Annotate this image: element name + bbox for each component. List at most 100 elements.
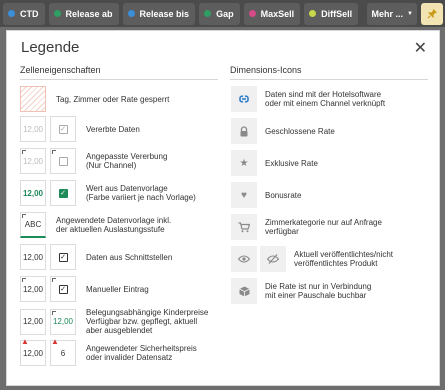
value-cell-sample: 12,00 bbox=[20, 244, 46, 270]
cell-value: 12,00 bbox=[22, 348, 44, 358]
checkbox-cell-sample: ✓ bbox=[50, 116, 76, 142]
legend-text: Tag, Zimmer oder Rate gesperrt bbox=[56, 94, 170, 104]
icon-row-package: Die Rate ist nur in Verbindung mit einer… bbox=[231, 278, 431, 304]
icon-row-bonus: ♥ Bonusrate bbox=[231, 182, 431, 208]
checkbox-cell-sample bbox=[50, 148, 76, 174]
legend-row-manual: 12,00 ✓ Manueller Eintrag bbox=[20, 276, 220, 302]
corner-marker-icon bbox=[22, 214, 26, 218]
template-cell-sample: ABC bbox=[20, 212, 46, 238]
toolbar-button-ctd[interactable]: CTD bbox=[3, 2, 45, 25]
modal-title: Legende bbox=[21, 39, 80, 56]
icon-row-linked: Daten sind mit der Hotelsoftware oder mi… bbox=[231, 86, 431, 112]
color-dot bbox=[248, 10, 256, 17]
warning-icon: ▲ bbox=[21, 337, 29, 346]
pin-button[interactable] bbox=[421, 2, 443, 25]
cell-value: 12,00 bbox=[22, 156, 44, 166]
more-button[interactable]: Mehr ... ▼ bbox=[366, 2, 417, 25]
icon-row-on-request: Zimmerkategorie nur auf Anfrage verfügba… bbox=[231, 214, 431, 240]
legend-text: Angewendeter Sicherheitspreis oder inval… bbox=[86, 344, 197, 362]
checkbox-checked-icon: ✓ bbox=[58, 252, 68, 262]
eye-icon bbox=[231, 246, 257, 272]
cell-value: 12,00 bbox=[22, 284, 44, 294]
icon-legend-text: Bonusrate bbox=[265, 190, 302, 200]
eye-off-icon bbox=[260, 246, 286, 272]
close-icon: ✕ bbox=[413, 40, 427, 57]
toolbar-button-gap[interactable]: Gap bbox=[199, 2, 240, 25]
icon-legend-text: Geschlossene Rate bbox=[265, 126, 335, 136]
toolbar-button-label: DiffSell bbox=[321, 8, 353, 19]
corner-marker-icon bbox=[52, 278, 56, 282]
close-button[interactable]: ✕ bbox=[414, 38, 427, 58]
corner-marker-icon bbox=[22, 278, 26, 282]
legend-row-locked: Tag, Zimmer oder Rate gesperrt bbox=[20, 86, 220, 112]
caret-down-icon: ▼ bbox=[407, 10, 413, 17]
checkbox-checked-icon: ✓ bbox=[58, 188, 68, 198]
legend-row-template: 12,00 ✓ Wert aus Datenvorlage (Farbe var… bbox=[20, 180, 220, 206]
legend-text: Wert aus Datenvorlage (Farbe variiert je… bbox=[86, 184, 196, 202]
checkbox-checked-icon: ✓ bbox=[58, 284, 68, 294]
toolbar-button-maxsell[interactable]: MaxSell bbox=[243, 2, 301, 25]
toolbar-button-label: Release ab bbox=[65, 8, 113, 19]
legend-row-applied-template: ABC Angewendete Datenvorlage inkl. der a… bbox=[20, 212, 220, 238]
legend-row-interface: 12,00 ✓ Daten aus Schnittstellen bbox=[20, 244, 220, 270]
value-cell-sample-2: 12,00 bbox=[50, 308, 76, 335]
color-dot bbox=[127, 10, 135, 17]
box-icon bbox=[231, 278, 257, 304]
value-cell-sample: 12,00 bbox=[20, 180, 46, 206]
toolbar-button-label: CTD bbox=[20, 8, 39, 19]
corner-marker-icon bbox=[52, 150, 56, 154]
icon-legend-text: Aktuell veröffentlichtes/nicht veröffent… bbox=[294, 250, 394, 268]
pin-icon bbox=[427, 8, 437, 19]
icon-row-closed: Geschlossene Rate bbox=[231, 118, 431, 144]
cell-value: 12,00 bbox=[52, 317, 74, 326]
value-cell-sample-2: ▲ 6 bbox=[50, 337, 76, 366]
cell-value: 6 bbox=[60, 348, 66, 358]
icon-legend-text: Exklusive Rate bbox=[265, 158, 318, 168]
color-dot bbox=[8, 10, 15, 17]
toolbar-button-label: MaxSell bbox=[260, 8, 295, 19]
icon-legend-text: Zimmerkategorie nur auf Anfrage verfügba… bbox=[265, 218, 382, 236]
value-cell-sample: 12,00 bbox=[20, 276, 46, 302]
corner-marker-icon bbox=[22, 150, 26, 154]
lock-icon bbox=[231, 118, 257, 144]
heart-icon: ♥ bbox=[231, 182, 257, 208]
value-cell-sample: 12,00 bbox=[20, 148, 46, 174]
locked-cell-sample bbox=[20, 86, 46, 112]
star-icon: ★ bbox=[231, 150, 257, 176]
warning-icon: ▲ bbox=[51, 337, 59, 346]
legend-modal: Legende ✕ Zelleneigenschaften Dimensions… bbox=[6, 30, 440, 386]
toolbar-button-diffsell[interactable]: DiffSell bbox=[304, 2, 359, 25]
legend-text: Manueller Eintrag bbox=[86, 284, 149, 294]
legend-text: Angewendete Datenvorlage inkl. der aktue… bbox=[56, 216, 172, 234]
color-dot bbox=[53, 10, 61, 17]
legend-row-adjusted: 12,00 Angepasste Vererbung (Nur Channel) bbox=[20, 148, 220, 174]
icon-legend-text: Die Rate ist nur in Verbindung mit einer… bbox=[265, 282, 372, 300]
checkbox-cell-sample: ✓ bbox=[50, 244, 76, 270]
more-label: Mehr ... bbox=[371, 8, 404, 19]
value-cell-sample: ▲ 12,00 bbox=[20, 337, 46, 366]
legend-text: Daten aus Schnittstellen bbox=[86, 252, 173, 262]
legend-toolbar: CTD Release ab Release bis Gap MaxSell D… bbox=[0, 0, 445, 27]
corner-marker-icon bbox=[52, 310, 56, 315]
icon-row-published: Aktuell veröffentlichtes/nicht veröffent… bbox=[231, 246, 431, 272]
toolbar-button-release-bis[interactable]: Release bis bbox=[122, 2, 196, 25]
value-cell-sample: 12,00 bbox=[20, 116, 46, 142]
toolbar-button-label: Gap bbox=[216, 8, 234, 19]
legend-row-child-prices: 12,00 12,00 Belegungsabhängige Kinderpre… bbox=[20, 308, 220, 335]
dimension-icons-title: Dimensions-Icons bbox=[230, 65, 428, 80]
legend-text: Belegungsabhängige Kinderpreise Verfügba… bbox=[86, 308, 209, 335]
color-dot bbox=[204, 10, 212, 17]
checkbox-empty-icon bbox=[58, 156, 68, 166]
color-dot bbox=[309, 10, 317, 17]
legend-row-inherited: 12,00 ✓ Vererbte Daten bbox=[20, 116, 220, 142]
icon-legend-text: Daten sind mit der Hotelsoftware oder mi… bbox=[265, 90, 386, 108]
cart-icon bbox=[231, 214, 257, 240]
legend-row-safety-price: ▲ 12,00 ▲ 6 Angewendeter Sicherheitspreis … bbox=[20, 337, 220, 366]
legend-text: Angepasste Vererbung (Nur Channel) bbox=[86, 152, 168, 170]
toolbar-button-release-ab[interactable]: Release ab bbox=[48, 2, 119, 25]
link-icon bbox=[231, 86, 257, 112]
cell-value: ABC bbox=[24, 220, 42, 229]
checkbox-cell-sample: ✓ bbox=[50, 180, 76, 206]
cell-properties-title: Zelleneigenschaften bbox=[20, 65, 218, 80]
checkbox-cell-sample: ✓ bbox=[50, 276, 76, 302]
